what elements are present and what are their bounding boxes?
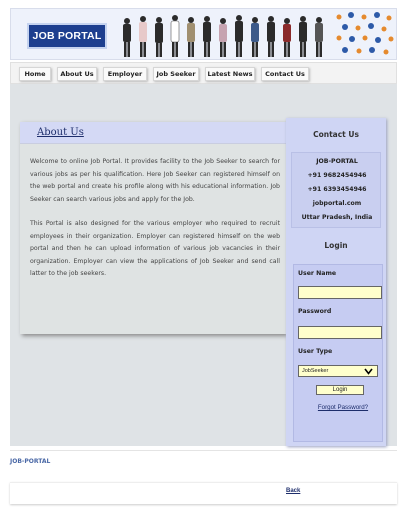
main-area: About Us Welcome to online Job Portal. I… <box>10 84 397 446</box>
login-heading: Login <box>324 241 348 250</box>
people-banner-image <box>123 15 323 57</box>
contact-heading: Contact Us <box>313 130 359 139</box>
user-type-select[interactable]: JobSeeker <box>298 365 378 377</box>
username-input[interactable] <box>298 286 382 299</box>
about-header: About Us <box>20 122 286 144</box>
about-title: About Us <box>37 127 84 138</box>
about-paragraph-1: Welcome to online Job Portal. It provide… <box>30 158 280 203</box>
nav-home[interactable]: Home <box>19 67 51 81</box>
right-sidebar: Contact Us JOB-PORTAL +91 9682454946 +91… <box>286 118 386 446</box>
contact-website: jobportal.com <box>312 200 362 207</box>
footer: JOB-PORTAL <box>10 450 397 476</box>
contact-phone-1: +91 9682454946 <box>307 172 367 179</box>
about-paragraph-2: This Portal is also designed for the var… <box>30 220 280 278</box>
top-navigation: Home About Us Employer Job Seeker Latest… <box>10 62 397 84</box>
contact-info-box: JOB-PORTAL +91 9682454946 +91 6393454946… <box>291 152 381 228</box>
decorative-dots-image <box>336 12 394 55</box>
contact-phone-2: +91 6393454946 <box>307 186 367 193</box>
nav-about-us[interactable]: About Us <box>57 67 97 81</box>
login-form: User Name Password User Type JobSeeker L… <box>293 264 383 442</box>
nav-employer[interactable]: Employer <box>103 67 147 81</box>
footer-brand: JOB-PORTAL <box>10 458 51 465</box>
chevron-down-icon <box>364 368 373 375</box>
user-type-value: JobSeeker <box>302 368 329 374</box>
about-panel: About Us Welcome to online Job Portal. I… <box>20 122 286 334</box>
nav-latest-news[interactable]: Latest News <box>205 67 255 81</box>
page: JOB PORTAL Home About Us Employer Job Se… <box>10 8 397 508</box>
contact-line: JOB-PORTAL <box>316 158 358 165</box>
password-label: Password <box>298 308 332 315</box>
login-button[interactable]: Login <box>316 385 364 395</box>
nav-contact-us[interactable]: Contact Us <box>261 67 309 81</box>
contact-location: Uttar Pradesh, India <box>301 214 373 221</box>
back-bar: Back <box>10 482 397 504</box>
username-label: User Name <box>298 270 337 277</box>
back-link[interactable]: Back <box>286 488 300 494</box>
forgot-password-link[interactable]: Forgot Password? <box>301 404 385 411</box>
nav-job-seeker[interactable]: Job Seeker <box>153 67 199 81</box>
password-input[interactable] <box>298 326 382 339</box>
header-banner: JOB PORTAL <box>10 8 397 60</box>
site-logo[interactable]: JOB PORTAL <box>27 23 107 49</box>
user-type-label: User Type <box>298 348 333 355</box>
